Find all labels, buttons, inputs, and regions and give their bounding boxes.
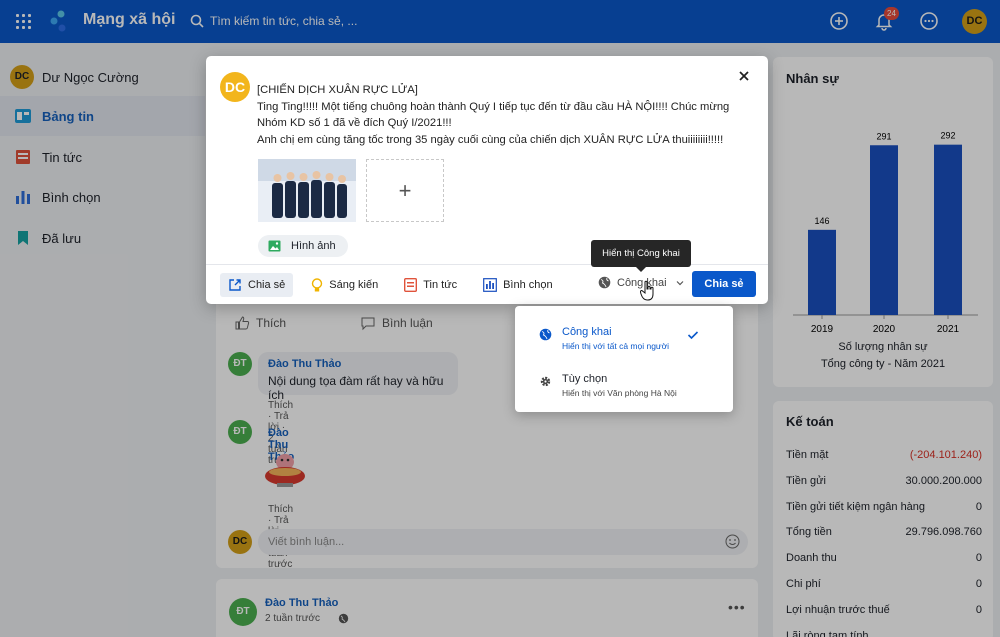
lightbulb-icon — [312, 277, 323, 291]
poll-icon — [483, 278, 497, 292]
globe-icon — [598, 276, 611, 289]
chevron-down-icon — [676, 280, 683, 285]
tool-label: Tin tức — [423, 279, 458, 291]
post-content[interactable]: [CHIẾN DỊCH XUÂN RỰC LỬA] Ting Ting!!!!!… — [257, 82, 747, 148]
tool-news[interactable]: Tin tức — [396, 273, 465, 297]
option-subtitle: Hiển thị với tất cả mọi người — [562, 341, 670, 351]
option-title: Công khai — [562, 326, 612, 338]
tool-share[interactable]: Chia sẻ — [220, 273, 294, 297]
hand-cursor-icon — [640, 280, 654, 301]
privacy-option-custom[interactable]: Tùy chọn Hiển thị với Văn phòng Hà Nội — [515, 369, 733, 413]
post-line: Ting Ting!!!!! Một tiếng chuông hoàn thà… — [257, 100, 730, 113]
tool-label: Sáng kiến — [329, 279, 379, 291]
post-line: Anh chị em cùng tăng tốc trong 35 ngày c… — [257, 133, 724, 146]
option-title: Tùy chọn — [562, 373, 608, 385]
plus-icon: + — [398, 177, 412, 203]
tool-initiative[interactable]: Sáng kiến — [303, 273, 386, 297]
tool-label: Bình chọn — [503, 279, 553, 291]
post-line: Nhóm KD số 1 đã về đích Quý I/2021!!! — [257, 117, 452, 129]
privacy-dropdown: Công khai Hiển thị với tất cả mọi người … — [515, 306, 733, 412]
option-subtitle: Hiển thị với Văn phòng Hà Nội — [562, 388, 677, 398]
team-photo — [258, 159, 356, 222]
news-icon — [404, 278, 418, 292]
image-chip[interactable]: Hình ảnh — [258, 235, 348, 257]
globe-icon — [539, 328, 552, 341]
post-line: [CHIẾN DỊCH XUÂN RỰC LỬA] — [257, 84, 418, 96]
add-photo-button[interactable]: + — [366, 159, 444, 222]
post-type-toolbar: Chia sẻ Sáng kiến Tin tức Bình chọn — [220, 272, 571, 298]
attached-photo[interactable] — [258, 159, 356, 222]
checkmark-icon — [687, 331, 699, 340]
avatar: DC — [220, 72, 250, 102]
gear-icon — [540, 376, 551, 387]
tool-poll[interactable]: Bình chọn — [475, 273, 561, 297]
image-chip-label: Hình ảnh — [291, 240, 336, 252]
submit-share-button[interactable]: Chia sẻ — [692, 271, 756, 297]
privacy-option-public[interactable]: Công khai Hiển thị với tất cả mọi người — [515, 322, 733, 366]
share-icon — [229, 279, 241, 291]
tool-label: Chia sẻ — [248, 279, 286, 291]
image-icon — [268, 240, 281, 252]
privacy-tooltip: Hiển thị Công khai — [591, 240, 691, 272]
